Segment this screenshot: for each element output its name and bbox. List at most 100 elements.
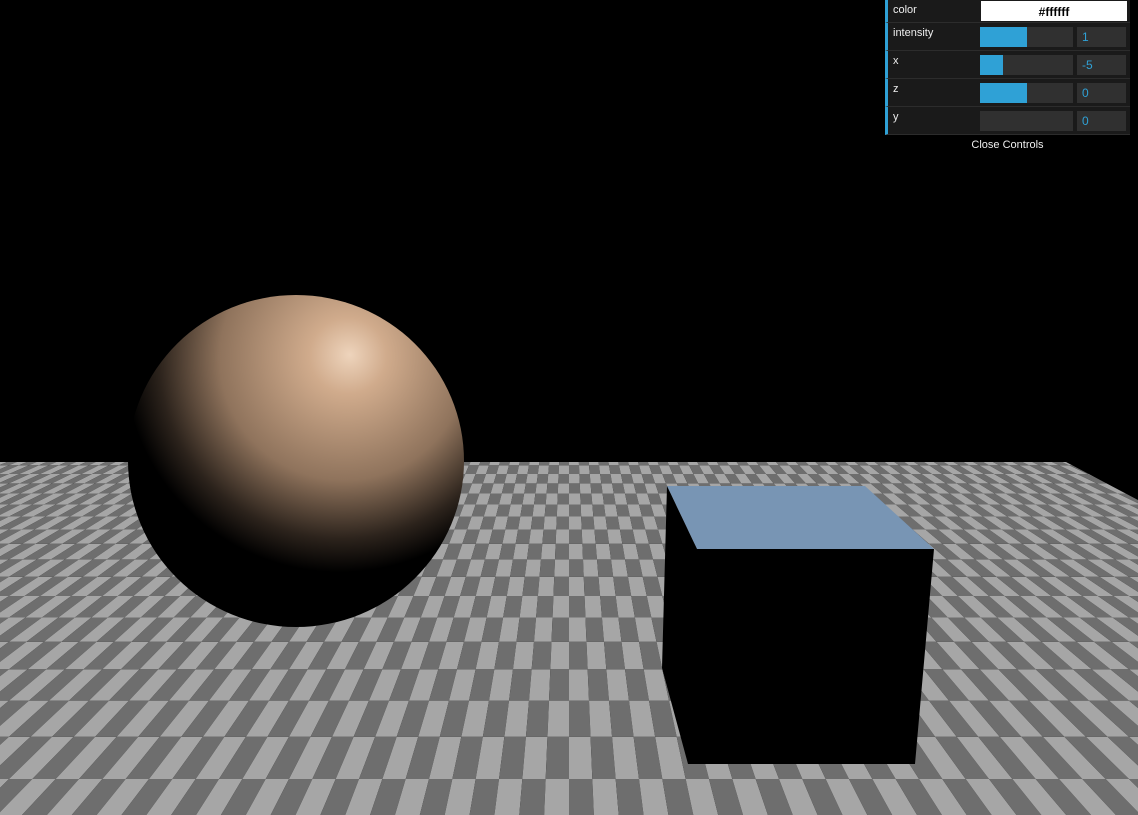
y-input[interactable]: 0 bbox=[1077, 111, 1126, 131]
floor-tile bbox=[569, 474, 580, 484]
floor-tile bbox=[524, 559, 541, 577]
close-controls-button[interactable]: Close Controls bbox=[885, 135, 1130, 155]
floor-tile bbox=[569, 529, 583, 544]
floor-tile bbox=[569, 493, 581, 505]
floor-tile bbox=[569, 559, 584, 577]
floor-tile bbox=[590, 483, 603, 494]
z-slider-fill bbox=[980, 83, 1027, 103]
floor-tile bbox=[607, 529, 623, 544]
floor-tile bbox=[569, 736, 593, 780]
floor-tile bbox=[534, 617, 553, 642]
floor-tile bbox=[550, 641, 569, 670]
y-slider[interactable] bbox=[980, 111, 1073, 131]
floor-tile bbox=[589, 465, 601, 475]
color-label: color bbox=[893, 4, 917, 16]
floor-tile bbox=[569, 465, 580, 475]
floor-tile bbox=[530, 516, 545, 530]
floor-tile bbox=[582, 543, 597, 560]
floor-tile bbox=[569, 779, 595, 815]
floor-tile bbox=[536, 596, 554, 618]
floor-tile bbox=[586, 641, 607, 670]
floor-tile bbox=[579, 465, 590, 475]
floor-tile bbox=[543, 516, 557, 530]
floor-tile bbox=[517, 465, 529, 475]
floor-tile bbox=[611, 559, 628, 577]
floor-tile bbox=[539, 559, 555, 577]
x-label: x bbox=[893, 55, 899, 67]
floor-tile bbox=[525, 700, 549, 737]
floor-tile bbox=[613, 493, 628, 505]
floor-tile bbox=[525, 474, 538, 484]
floor-tile bbox=[583, 576, 601, 597]
floor-tile bbox=[558, 474, 569, 484]
floor-tile bbox=[609, 465, 621, 475]
floor-tile bbox=[510, 559, 527, 577]
floor-tile bbox=[557, 483, 569, 494]
floor-tile bbox=[534, 493, 547, 505]
floor-tile bbox=[569, 700, 591, 737]
floor-tile bbox=[593, 516, 608, 530]
floor-tile bbox=[556, 516, 569, 530]
floor-tile bbox=[515, 474, 528, 484]
x-input[interactable]: -5 bbox=[1077, 55, 1126, 75]
floor-tile bbox=[535, 483, 548, 494]
floor-tile bbox=[513, 543, 529, 560]
floor-tile bbox=[604, 504, 618, 517]
floor-tile bbox=[509, 669, 532, 701]
floor-tile bbox=[518, 516, 533, 530]
color-input[interactable]: #ffffff bbox=[980, 0, 1128, 22]
z-control: z 0 bbox=[885, 79, 1130, 107]
floor-tile bbox=[543, 779, 569, 815]
floor-tile bbox=[592, 779, 620, 815]
floor-tile bbox=[609, 543, 625, 560]
z-label: z bbox=[893, 83, 899, 95]
floor-tile bbox=[558, 465, 569, 475]
floor-tile bbox=[569, 483, 581, 494]
floor-tile bbox=[510, 493, 525, 505]
intensity-control: intensity 1 bbox=[885, 23, 1130, 51]
floor-tile bbox=[579, 483, 592, 494]
floor-tile bbox=[522, 576, 540, 597]
floor-tile bbox=[569, 617, 587, 642]
floor-tile bbox=[584, 596, 602, 618]
floor-tile bbox=[519, 596, 538, 618]
floor-tile bbox=[529, 669, 551, 701]
floor-tile bbox=[579, 474, 591, 484]
intensity-slider-fill bbox=[980, 27, 1027, 47]
floor-tile bbox=[516, 617, 537, 642]
floor-tile bbox=[544, 504, 558, 517]
floor-tile bbox=[551, 617, 569, 642]
floor-tile bbox=[541, 543, 556, 560]
floor-tile bbox=[602, 493, 616, 505]
floor-tile bbox=[556, 504, 569, 517]
controls-panel: color #ffffff intensity 1 x -5 z 0 y 0 C… bbox=[885, 0, 1130, 155]
floor-tile bbox=[548, 465, 559, 475]
floor-tile bbox=[522, 736, 548, 780]
floor-tile bbox=[542, 529, 557, 544]
color-control: color #ffffff bbox=[885, 0, 1130, 23]
floor-tile bbox=[569, 669, 589, 701]
z-slider[interactable] bbox=[980, 83, 1073, 103]
floor-tile bbox=[590, 736, 616, 780]
floor-tile bbox=[531, 641, 552, 670]
sphere bbox=[128, 295, 464, 627]
floor-tile bbox=[527, 543, 543, 560]
floor-tile bbox=[549, 669, 569, 701]
floor-tile bbox=[546, 483, 559, 494]
intensity-input[interactable]: 1 bbox=[1077, 27, 1126, 47]
intensity-slider[interactable] bbox=[980, 27, 1073, 47]
z-input[interactable]: 0 bbox=[1077, 83, 1126, 103]
floor-tile bbox=[604, 641, 625, 670]
floor-tile bbox=[585, 617, 604, 642]
floor-tile bbox=[569, 641, 588, 670]
floor-tile bbox=[580, 504, 594, 517]
floor-tile bbox=[610, 474, 623, 484]
floor-tile bbox=[583, 559, 599, 577]
floor-tile bbox=[518, 779, 546, 815]
x-slider[interactable] bbox=[980, 55, 1073, 75]
floor-tile bbox=[595, 543, 611, 560]
floor-tile bbox=[598, 576, 616, 597]
floor-tile bbox=[527, 465, 539, 475]
floor-tile bbox=[587, 669, 609, 701]
floor-tile bbox=[569, 576, 585, 597]
